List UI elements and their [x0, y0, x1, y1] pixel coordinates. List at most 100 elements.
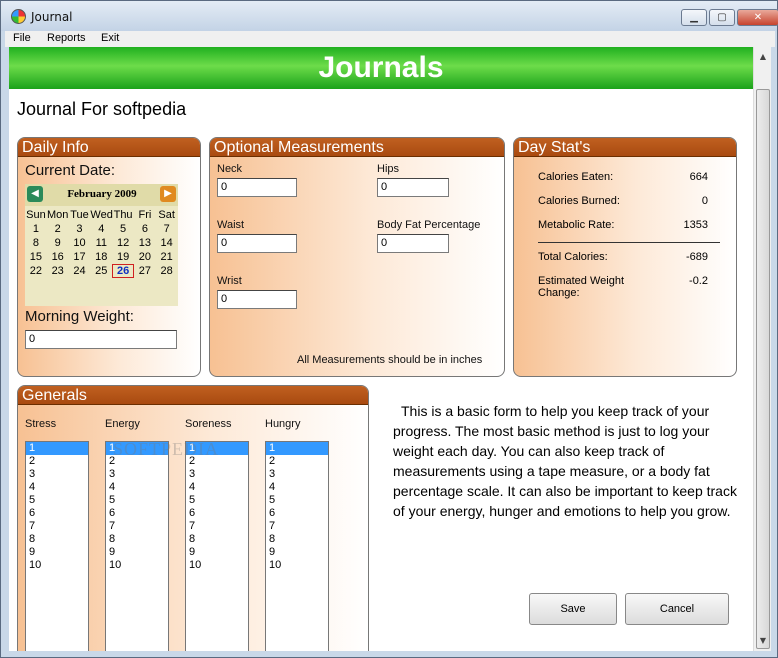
list-option[interactable]: 1	[266, 442, 328, 455]
calendar-day[interactable]: 7	[156, 222, 178, 236]
calendar-day[interactable]: 8	[25, 236, 47, 250]
list-option[interactable]: 10	[26, 559, 88, 572]
calendar-day[interactable]: 23	[47, 264, 69, 278]
morning-weight-field[interactable]: 0	[25, 330, 177, 349]
minimize-icon[interactable]: ▁	[681, 9, 707, 26]
list-option[interactable]: 5	[186, 494, 248, 507]
calendar-week: 15 16 17 18 19 20 21	[25, 250, 178, 264]
calendar-day[interactable]: 20	[134, 250, 156, 264]
wrist-label: Wrist	[217, 275, 242, 287]
list-option[interactable]: 4	[186, 481, 248, 494]
stress-listbox[interactable]: 1 2 3 4 5 6 7 8 9 10	[25, 441, 89, 651]
calendar-day[interactable]: 28	[156, 264, 178, 278]
calendar-day[interactable]: 21	[156, 250, 178, 264]
calendar-weekdays: Sun Mon Tue Wed Thu Fri Sat	[25, 208, 178, 222]
list-option[interactable]: 8	[266, 533, 328, 546]
scroll-thumb[interactable]	[756, 89, 770, 649]
list-option[interactable]: 3	[186, 468, 248, 481]
calendar-day[interactable]: 6	[134, 222, 156, 236]
list-option[interactable]: 3	[106, 468, 168, 481]
calendar-day[interactable]: 26	[112, 264, 134, 278]
menu-reports[interactable]: Reports	[47, 32, 86, 44]
save-button[interactable]: Save	[529, 593, 617, 625]
next-month-icon[interactable]: ▶	[160, 186, 176, 202]
list-option[interactable]: 6	[186, 507, 248, 520]
calendar-day[interactable]: 16	[47, 250, 69, 264]
maximize-icon[interactable]: ▢	[709, 9, 735, 26]
calendar-day[interactable]: 4	[90, 222, 112, 236]
scroll-up-icon[interactable]: ▲	[756, 49, 770, 65]
hips-label: Hips	[377, 163, 400, 175]
calendar-day[interactable]: 27	[134, 264, 156, 278]
menu-exit[interactable]: Exit	[101, 32, 119, 44]
calendar-day[interactable]: 1	[25, 222, 47, 236]
help-description: This is a basic form to help you keep tr…	[393, 403, 737, 519]
calendar-day[interactable]: 17	[69, 250, 91, 264]
cancel-button[interactable]: Cancel	[625, 593, 729, 625]
list-option[interactable]: 8	[26, 533, 88, 546]
generals-header: Generals	[18, 386, 368, 405]
calendar-day[interactable]: 10	[69, 236, 91, 250]
calendar-day[interactable]: 12	[112, 236, 134, 250]
calendar-day[interactable]: 22	[25, 264, 47, 278]
title-bar[interactable]: Journal ▁ ▢ ✕	[1, 1, 778, 31]
list-option[interactable]: 1	[26, 442, 88, 455]
hungry-label: Hungry	[265, 418, 301, 430]
list-option[interactable]: 4	[106, 481, 168, 494]
list-option[interactable]: 6	[266, 507, 328, 520]
date-calendar[interactable]: ◀ February 2009 ▶ Sun Mon Tue Wed Thu Fr…	[25, 184, 178, 306]
list-option[interactable]: 4	[26, 481, 88, 494]
weekday-label: Sun	[26, 209, 46, 221]
scroll-down-icon[interactable]: ▼	[756, 633, 770, 649]
vertical-scrollbar[interactable]: ▲ ▼	[753, 47, 771, 651]
list-option[interactable]: 7	[26, 520, 88, 533]
soreness-listbox[interactable]: 1 2 3 4 5 6 7 8 9 10	[185, 441, 249, 651]
waist-field[interactable]: 0	[217, 234, 297, 253]
menu-file[interactable]: File	[13, 32, 31, 44]
hips-field[interactable]: 0	[377, 178, 449, 197]
list-option[interactable]: 5	[26, 494, 88, 507]
energy-listbox[interactable]: 1 2 3 4 5 6 7 8 9 10	[105, 441, 169, 651]
list-option[interactable]: 9	[186, 546, 248, 559]
list-option[interactable]: 4	[266, 481, 328, 494]
list-option[interactable]: 3	[26, 468, 88, 481]
list-option[interactable]: 7	[106, 520, 168, 533]
calendar-day[interactable]: 14	[156, 236, 178, 250]
calendar-day[interactable]: 2	[47, 222, 69, 236]
calendar-day[interactable]: 19	[112, 250, 134, 264]
calendar-day[interactable]: 15	[25, 250, 47, 264]
client-area: Journals Journal For softpedia Daily Inf…	[9, 47, 753, 651]
list-option[interactable]: 5	[266, 494, 328, 507]
calendar-day[interactable]: 18	[90, 250, 112, 264]
list-option[interactable]: 8	[186, 533, 248, 546]
list-option[interactable]: 10	[186, 559, 248, 572]
hungry-listbox[interactable]: 1 2 3 4 5 6 7 8 9 10	[265, 441, 329, 651]
list-option[interactable]: 2	[266, 455, 328, 468]
neck-field[interactable]: 0	[217, 178, 297, 197]
close-icon[interactable]: ✕	[737, 9, 778, 26]
list-option[interactable]: 7	[186, 520, 248, 533]
body-fat-field[interactable]: 0	[377, 234, 449, 253]
list-option[interactable]: 7	[266, 520, 328, 533]
calendar-day[interactable]: 25	[90, 264, 112, 278]
list-option[interactable]: 10	[266, 559, 328, 572]
list-option[interactable]: 6	[106, 507, 168, 520]
list-option[interactable]: 2	[26, 455, 88, 468]
calendar-day[interactable]: 11	[90, 236, 112, 250]
weekday-label: Mon	[46, 209, 69, 221]
list-option[interactable]: 9	[26, 546, 88, 559]
calendar-day[interactable]: 3	[69, 222, 91, 236]
calendar-day[interactable]: 9	[47, 236, 69, 250]
list-option[interactable]: 3	[266, 468, 328, 481]
list-option[interactable]: 9	[106, 546, 168, 559]
list-option[interactable]: 9	[266, 546, 328, 559]
calendar-day[interactable]: 13	[134, 236, 156, 250]
list-option[interactable]: 8	[106, 533, 168, 546]
list-option[interactable]: 6	[26, 507, 88, 520]
prev-month-icon[interactable]: ◀	[27, 186, 43, 202]
calendar-day[interactable]: 24	[69, 264, 91, 278]
wrist-field[interactable]: 0	[217, 290, 297, 309]
list-option[interactable]: 5	[106, 494, 168, 507]
list-option[interactable]: 10	[106, 559, 168, 572]
calendar-day[interactable]: 5	[112, 222, 134, 236]
